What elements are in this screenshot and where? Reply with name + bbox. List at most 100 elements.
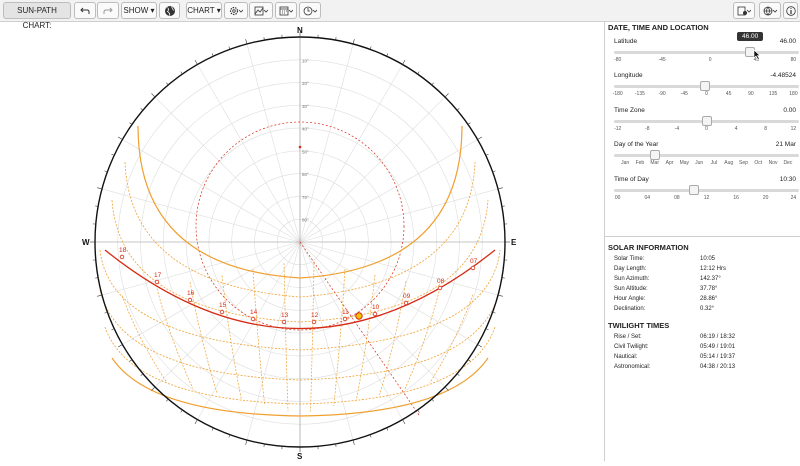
document-settings-icon (737, 6, 751, 16)
settings-button[interactable] (224, 2, 248, 19)
hour-marker (373, 312, 377, 316)
compass-east-label: E (511, 238, 517, 247)
hour-marker (471, 266, 475, 270)
time-zone-slider-thumb[interactable] (702, 116, 712, 126)
azimuth-tick (457, 374, 459, 376)
tick-label: Jul (711, 160, 717, 166)
info-value: 0.32° (700, 306, 714, 312)
image-button[interactable] (249, 2, 273, 19)
hour-line (122, 296, 167, 382)
azimuth-tick (432, 399, 434, 401)
tick-label: Apr (666, 160, 674, 166)
azimuth-tick (246, 440, 247, 445)
compass-south-label: S (297, 452, 303, 461)
time-of-day-slider-thumb[interactable] (689, 185, 699, 195)
language-button[interactable] (759, 2, 781, 19)
world-icon (763, 6, 777, 16)
azimuth-tick (478, 345, 482, 348)
azimuth-tick (445, 94, 449, 98)
tick-label: 0 (705, 91, 708, 97)
altitude-label: 40° (302, 127, 309, 132)
hour-marker (155, 280, 159, 284)
redo-button[interactable] (97, 2, 119, 19)
hour-marker (188, 298, 192, 302)
azimuth-tick (468, 360, 470, 362)
tick-label: 24 (791, 195, 797, 201)
undo-button[interactable] (74, 2, 96, 19)
sun-path-chart[interactable]: 181716151413121110090807 NESW10°20°30°40… (0, 22, 604, 461)
azimuth-line (247, 44, 300, 242)
show-label: SHOW (123, 6, 148, 15)
sun-path-diagram[interactable]: 181716151413121110090807 NESW10°20°30°40… (0, 22, 604, 461)
latitude-value: 46.00 (780, 38, 796, 45)
tick-label: 12 (704, 195, 710, 201)
azimuth-tick (457, 108, 459, 110)
globe-button[interactable] (159, 2, 180, 19)
tick-label: 135 (769, 91, 777, 97)
chart-menu-button[interactable]: CHART ▾ (186, 2, 222, 19)
globe-icon (164, 5, 175, 16)
azimuth-tick (141, 108, 143, 110)
hour-marker (438, 286, 442, 290)
hour-label: 08 (437, 278, 445, 285)
calendar-button[interactable] (275, 2, 297, 19)
time-of-day-slider[interactable] (614, 189, 799, 192)
info-key: Civil Twilight: (614, 344, 649, 350)
hour-label: 18 (119, 247, 127, 254)
section-divider (605, 236, 800, 237)
azimuth-tick (118, 345, 122, 348)
hour-marker (404, 301, 408, 305)
info-key: Astronomical: (614, 364, 650, 370)
show-menu-button[interactable]: SHOW ▾ (121, 2, 157, 19)
latitude-ticks: -80 -45 0 45 80 (614, 57, 799, 65)
tick-label: 90 (748, 91, 754, 97)
tick-label: Dec (783, 160, 792, 166)
tick-label: 8 (764, 126, 767, 132)
altitude-label: 20° (302, 81, 309, 86)
export-button[interactable] (733, 2, 755, 19)
info-value: 28.86° (700, 296, 717, 302)
azimuth-tick (468, 123, 470, 125)
solar-information-title: SOLAR INFORMATION (608, 243, 689, 252)
clock-icon (303, 6, 317, 16)
hour-marker (220, 310, 224, 314)
tick-label: -8 (645, 126, 649, 132)
info-value: 04:38 / 20:13 (700, 364, 735, 370)
hour-label: 07 (470, 258, 478, 265)
hour-label: 11 (342, 309, 349, 316)
clock-button[interactable] (299, 2, 321, 19)
tick-label: 00 (615, 195, 621, 201)
tick-label: -45 (658, 57, 665, 63)
redo-icon (103, 7, 113, 15)
day-of-year-ticks: Jan Feb Mar Apr May Jun Jul Aug Sep Oct … (614, 160, 799, 168)
compass-north-label: N (297, 26, 303, 35)
info-button[interactable] (783, 2, 798, 19)
tick-label: Jun (695, 160, 703, 166)
gear-icon (229, 6, 243, 16)
image-icon (254, 6, 268, 16)
tick-label: -180 (613, 91, 623, 97)
day-of-year-value: 21 Mar (776, 141, 796, 148)
azimuth-tick (195, 60, 198, 64)
info-key: Sun Azimuth: (614, 276, 649, 282)
azimuth-tick (152, 387, 156, 391)
azimuth-line (300, 242, 498, 295)
tick-label: 45 (726, 91, 732, 97)
azimuth-tick (418, 410, 420, 412)
day-of-year-slider-thumb[interactable] (650, 150, 660, 160)
info-key: Sun Altitude: (614, 286, 648, 292)
info-key: Day Length: (614, 266, 646, 272)
azimuth-tick (166, 399, 168, 401)
day-of-year-slider[interactable] (614, 154, 799, 157)
azimuth-tick (181, 72, 183, 74)
azimuth-tick (246, 39, 247, 44)
latitude-slider[interactable] (614, 51, 799, 54)
azimuth-tick (195, 420, 198, 424)
longitude-slider-thumb[interactable] (700, 81, 710, 91)
azimuth-line (102, 189, 300, 242)
info-key: Rise / Set: (614, 334, 642, 340)
azimuth-tick (478, 137, 482, 140)
azimuth-tick (353, 39, 354, 44)
undo-icon (80, 7, 90, 15)
info-value: 12:12 Hrs (700, 266, 726, 272)
